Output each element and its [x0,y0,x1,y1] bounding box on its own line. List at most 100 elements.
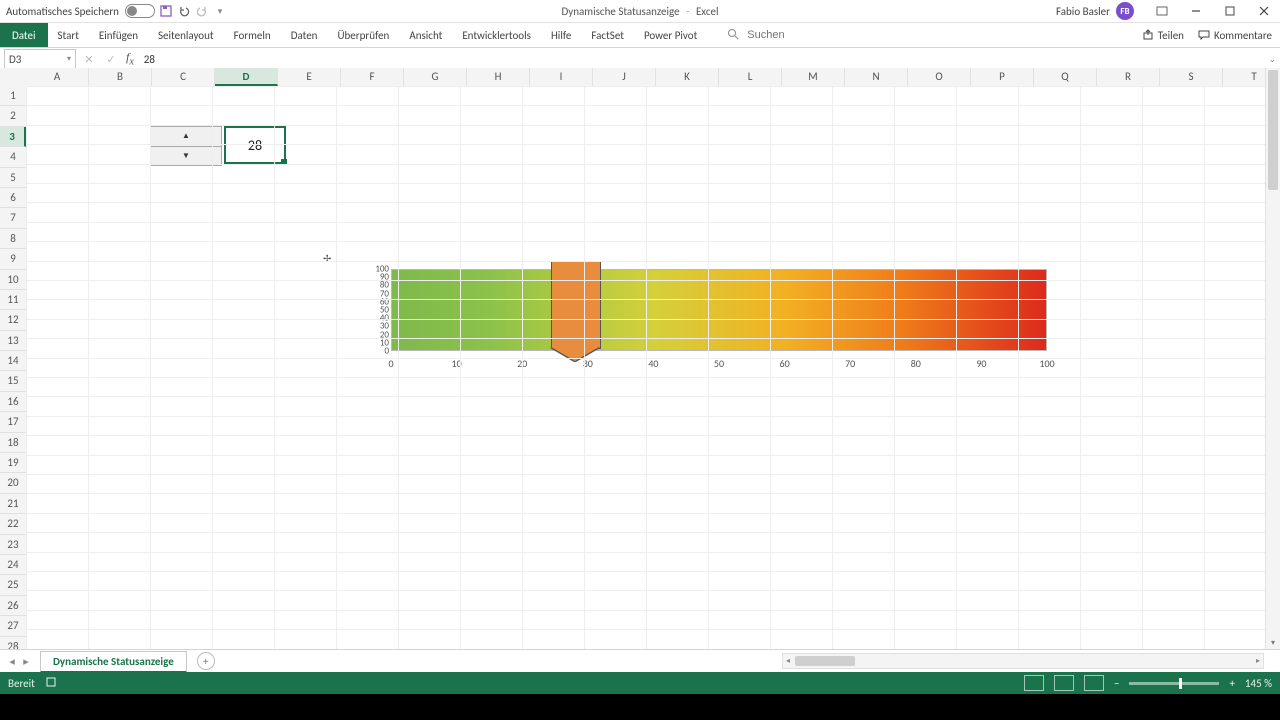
qat-customize-icon[interactable]: ▾ [213,4,227,18]
column-header-B[interactable]: B [89,68,152,86]
row-header-28[interactable]: 28 [0,637,26,650]
column-header-O[interactable]: O [908,68,971,86]
column-header-I[interactable]: I [530,68,593,86]
tab-powerpivot[interactable]: Power Pivot [634,23,707,47]
row-header-2[interactable]: 2 [0,106,26,126]
column-header-C[interactable]: C [152,68,215,86]
select-all-triangle[interactable] [0,68,27,87]
row-header-1[interactable]: 1 [0,86,26,106]
row-header-11[interactable]: 11 [0,290,26,310]
row-header-6[interactable]: 6 [0,188,26,208]
worksheet-grid[interactable]: ABCDEFGHIJKLMNOPQRST 1234567891011121314… [0,68,1280,650]
enter-icon[interactable]: ✓ [102,50,120,68]
tab-file[interactable]: Datei [0,23,48,47]
row-header-5[interactable]: 5 [0,168,26,188]
column-header-Q[interactable]: Q [1034,68,1097,86]
row-header-27[interactable]: 27 [0,616,26,636]
row-header-23[interactable]: 23 [0,535,26,555]
formula-input[interactable]: 28 [144,53,155,66]
row-header-14[interactable]: 14 [0,351,26,371]
view-pagebreak-icon[interactable] [1084,675,1104,691]
scroll-right-icon[interactable]: ▸ [1253,656,1263,666]
row-header-7[interactable]: 7 [0,208,26,228]
zoom-slider[interactable] [1129,682,1219,685]
expand-formula-bar-icon[interactable]: ⌄ [1268,54,1276,65]
cells-area[interactable]: ▲ ▼ 28 ✢ 0102030405060708090100 01020304… [26,86,1266,650]
spin-down-icon[interactable]: ▼ [151,147,221,166]
row-header-9[interactable]: 9 [0,249,26,269]
view-pagelayout-icon[interactable] [1054,675,1074,691]
horizontal-scrollbar[interactable]: ◂ ▸ [782,653,1264,669]
row-header-8[interactable]: 8 [0,229,26,249]
row-header-20[interactable]: 20 [0,473,26,493]
tab-start[interactable]: Start [48,23,89,47]
row-header-15[interactable]: 15 [0,371,26,391]
sheet-nav[interactable]: ◂▸ [0,655,38,668]
search-input[interactable] [745,28,869,42]
scroll-thumb[interactable] [1268,70,1278,190]
tell-me-search[interactable] [727,23,869,47]
row-headers[interactable]: 1234567891011121314151617181920212223242… [0,86,27,650]
column-header-M[interactable]: M [782,68,845,86]
name-box[interactable]: D3 ▾ [4,49,76,69]
column-header-H[interactable]: H [467,68,530,86]
maximize-icon[interactable] [1214,0,1246,22]
column-header-E[interactable]: E [278,68,341,86]
tab-pagelayout[interactable]: Seitenlayout [148,23,224,47]
fx-icon[interactable]: fx [126,50,134,67]
close-icon[interactable] [1248,0,1280,22]
zoom-out-icon[interactable]: − [1114,677,1119,690]
row-header-18[interactable]: 18 [0,433,26,453]
row-header-22[interactable]: 22 [0,514,26,534]
tab-help[interactable]: Hilfe [541,23,581,47]
row-header-25[interactable]: 25 [0,575,26,595]
share-button[interactable]: Teilen [1142,29,1184,42]
row-header-21[interactable]: 21 [0,494,26,514]
column-header-K[interactable]: K [656,68,719,86]
tab-view[interactable]: Ansicht [399,23,452,47]
row-header-24[interactable]: 24 [0,555,26,575]
column-headers[interactable]: ABCDEFGHIJKLMNOPQRST [26,68,1266,87]
zoom-in-icon[interactable]: + [1229,677,1234,690]
column-header-J[interactable]: J [593,68,656,86]
autosave-toggle[interactable]: Automatisches Speichern [6,4,155,18]
row-header-16[interactable]: 16 [0,392,26,412]
tab-developer[interactable]: Entwicklertools [452,23,541,47]
vertical-scrollbar[interactable]: ▴ ▾ [1265,68,1280,650]
comments-button[interactable]: Kommentare [1198,29,1272,42]
column-header-R[interactable]: R [1097,68,1160,86]
row-header-10[interactable]: 10 [0,270,26,290]
row-header-13[interactable]: 13 [0,331,26,351]
save-icon[interactable] [159,4,173,18]
row-header-26[interactable]: 26 [0,596,26,616]
tab-data[interactable]: Daten [281,23,328,47]
zoom-level[interactable]: 145 % [1245,677,1272,690]
column-header-F[interactable]: F [341,68,404,86]
tab-factset[interactable]: FactSet [581,23,634,47]
sheet-tab-active[interactable]: Dynamische Statusanzeige [40,651,187,673]
macro-record-icon[interactable] [45,676,57,691]
scroll-down-icon[interactable]: ▾ [1266,636,1280,650]
account-button[interactable]: Fabio Basler FB [1056,2,1134,20]
column-header-N[interactable]: N [845,68,908,86]
tab-formulas[interactable]: Formeln [224,23,281,47]
cancel-icon[interactable]: ✕ [80,50,98,68]
column-header-P[interactable]: P [971,68,1034,86]
column-header-A[interactable]: A [26,68,89,86]
minimize-icon[interactable] [1180,0,1212,22]
row-header-4[interactable]: 4 [0,147,26,167]
undo-icon[interactable] [177,4,191,18]
column-header-G[interactable]: G [404,68,467,86]
new-sheet-button[interactable]: + [197,652,215,670]
row-header-3[interactable]: 3 [0,127,26,147]
tab-review[interactable]: Überprüfen [327,23,399,47]
row-header-17[interactable]: 17 [0,412,26,432]
hscroll-thumb[interactable] [795,656,855,666]
column-header-D[interactable]: D [215,68,278,86]
tab-insert[interactable]: Einfügen [89,23,148,47]
column-header-L[interactable]: L [719,68,782,86]
row-header-19[interactable]: 19 [0,453,26,473]
column-header-S[interactable]: S [1160,68,1223,86]
redo-icon[interactable] [195,4,209,18]
toggle-track[interactable] [125,4,155,18]
